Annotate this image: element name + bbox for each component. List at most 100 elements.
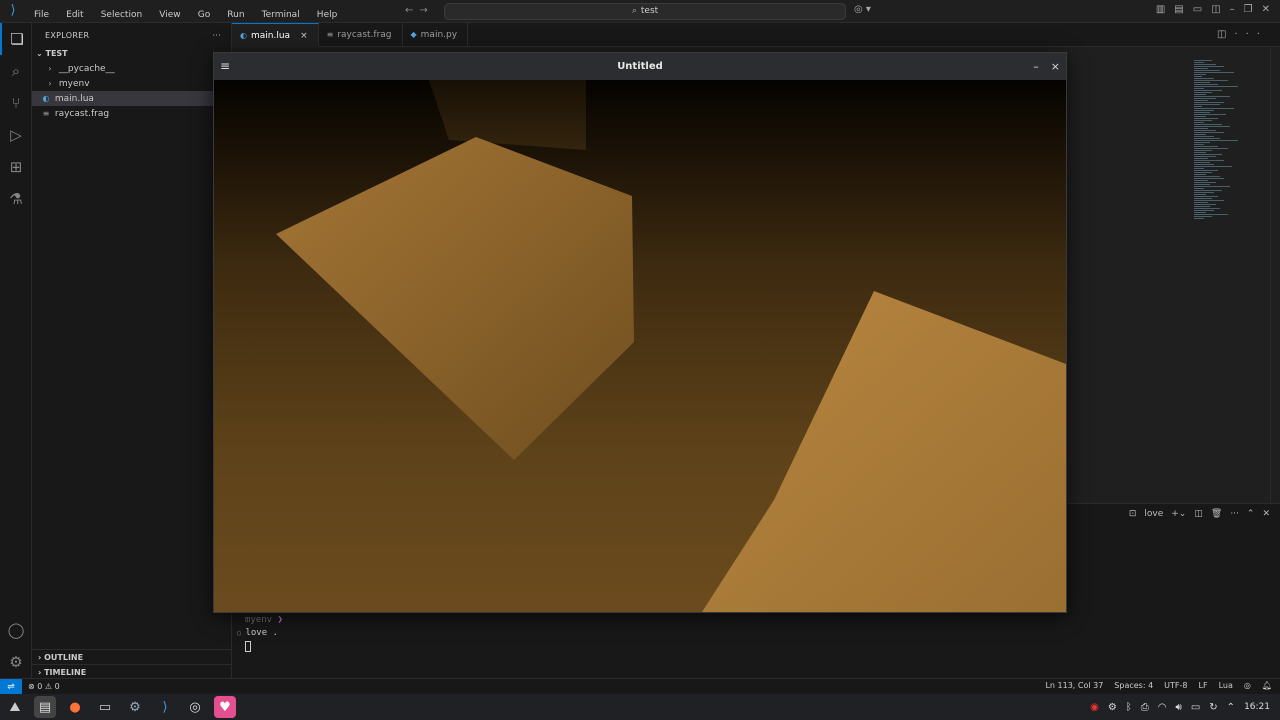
prompt-env: myenv [245, 615, 273, 625]
more-actions-icon[interactable]: ··· [1230, 509, 1239, 519]
extensions-icon[interactable]: ⊞ [0, 151, 32, 183]
tab-main-py[interactable]: ◆ main.py [403, 23, 469, 47]
close-panel-icon[interactable]: ✕ [1262, 509, 1270, 519]
menu-edit[interactable]: Edit [66, 10, 83, 20]
minimap-line [1194, 136, 1214, 137]
app-launcher-icon[interactable]: ⛰ [4, 696, 26, 718]
expand-tray-icon[interactable]: ⌃ [1227, 702, 1235, 713]
tree-item-myenv[interactable]: › myenv [32, 76, 231, 91]
outline-section[interactable]: › OUTLINE [32, 649, 232, 664]
split-editor-icon[interactable]: ◫ [1217, 29, 1234, 40]
steam-icon[interactable]: ⚙ [124, 696, 146, 718]
explorer-header: EXPLORER ··· [32, 23, 231, 47]
terminal-prompt-line: myenv ❯ [245, 615, 283, 625]
love-window-titlebar[interactable]: ≡ Untitled – × [214, 53, 1066, 80]
terminal-cursor-line[interactable] [245, 641, 251, 655]
minimap-line [1194, 128, 1208, 129]
back-arrow-icon[interactable]: ← [405, 5, 419, 16]
trash-icon[interactable]: 🗑 [1211, 509, 1222, 519]
testing-icon[interactable]: ⚗ [0, 183, 32, 215]
new-terminal-icon[interactable]: +⌄ [1171, 509, 1186, 519]
terminal-cursor [245, 641, 251, 652]
battery-icon[interactable]: ▭ [1191, 702, 1200, 713]
explorer-icon[interactable]: ❏ [0, 23, 32, 55]
restore-window-icon[interactable]: ❐ [1244, 4, 1253, 15]
run-debug-icon[interactable]: ▷ [0, 119, 32, 151]
end-of-line[interactable]: LF [1199, 681, 1208, 690]
firefox-icon[interactable]: ● [64, 696, 86, 718]
menu-view[interactable]: View [159, 10, 180, 20]
minimap[interactable] [1194, 60, 1274, 240]
close-window-icon[interactable]: ✕ [1262, 4, 1270, 15]
timeline-section[interactable]: › TIMELINE [32, 664, 232, 679]
search-view-icon[interactable]: ⌕ [0, 55, 32, 87]
close-tab-icon[interactable]: × [300, 31, 308, 41]
minimap-line [1194, 92, 1212, 93]
steam-tray-icon[interactable]: ⚙ [1108, 702, 1117, 713]
minimize-icon[interactable]: – [1033, 53, 1039, 80]
tab-raycast-frag[interactable]: ≡ raycast.frag [319, 23, 403, 47]
minimap-line [1194, 150, 1212, 151]
menu-help[interactable]: Help [317, 10, 338, 20]
menu-selection[interactable]: Selection [101, 10, 142, 20]
obs-icon[interactable]: ◎ [184, 696, 206, 718]
tab-main-lua[interactable]: ◐ main.lua × [232, 23, 319, 47]
minimap-line [1194, 132, 1224, 133]
minimap-line [1194, 80, 1228, 81]
copilot-status-icon[interactable]: ◎ [1244, 681, 1251, 690]
terminal-command-line: ○ love . [237, 628, 278, 638]
minimap-line [1194, 216, 1212, 217]
menu-run[interactable]: Run [227, 10, 244, 20]
command-center-search[interactable]: ⌕ test [444, 3, 846, 20]
tree-item-pycache[interactable]: › __pycache__ [32, 61, 231, 76]
printer-icon[interactable]: ⎙ [1141, 702, 1149, 713]
window-controls: ▥ ▤ ▭ ◫ – ❐ ✕ [1156, 4, 1270, 15]
forward-arrow-icon[interactable]: → [419, 5, 433, 16]
copilot-icon[interactable]: ◎ ▾ [854, 4, 871, 15]
encoding[interactable]: UTF-8 [1164, 681, 1187, 690]
remote-icon[interactable]: ⇌ [0, 678, 22, 695]
explorer-more-icon[interactable]: ··· [212, 31, 221, 40]
layout-customize-icon[interactable]: ◫ [1211, 4, 1220, 15]
close-icon[interactable]: × [1051, 53, 1060, 80]
love-game-window[interactable]: ≡ Untitled – × [213, 52, 1067, 613]
game-canvas[interactable] [214, 80, 1066, 612]
problems-indicator[interactable]: ⊗ 0 ⚠ 0 [28, 682, 60, 691]
vscode-app-icon[interactable]: ⟩ [154, 696, 176, 718]
settings-gear-icon[interactable]: ⚙ [0, 646, 32, 678]
layout-panel-bottom-icon[interactable]: ▭ [1193, 4, 1202, 15]
source-control-icon[interactable]: ⑂ [0, 87, 32, 119]
cursor-position[interactable]: Ln 113, Col 37 [1045, 681, 1103, 690]
clock[interactable]: 16:21 [1244, 702, 1270, 712]
menu-terminal[interactable]: Terminal [262, 10, 300, 20]
editor-scrollbar[interactable] [1270, 48, 1280, 503]
menu-go[interactable]: Go [198, 10, 210, 20]
menu-file[interactable]: File [34, 10, 49, 20]
minimize-window-icon[interactable]: – [1230, 4, 1235, 15]
language-mode[interactable]: Lua [1219, 681, 1233, 690]
update-icon[interactable]: ↻ [1209, 702, 1217, 713]
more-actions-icon[interactable]: ··· [1234, 29, 1268, 40]
notifications-bell-icon[interactable]: 🔔︎ [1262, 681, 1272, 690]
account-icon[interactable]: ◯ [0, 614, 32, 646]
layout-panel-icon[interactable]: ▤ [1174, 4, 1183, 15]
error-icon: ⊗ [28, 682, 35, 691]
layout-sidebar-icon[interactable]: ▥ [1156, 4, 1165, 15]
bluetooth-icon[interactable]: ᛒ [1126, 702, 1132, 713]
hamburger-icon[interactable]: ≡ [220, 53, 230, 80]
minimap-line [1194, 106, 1202, 107]
workspace-root[interactable]: ⌄ TEST [32, 47, 231, 61]
wifi-icon[interactable]: ◠ [1158, 702, 1167, 713]
indentation[interactable]: Spaces: 4 [1114, 681, 1153, 690]
split-terminal-icon[interactable]: ◫ [1194, 509, 1203, 519]
terminal-tab-label[interactable]: love [1144, 509, 1163, 519]
tree-item-main-lua[interactable]: ◐ main.lua [32, 91, 231, 106]
maximize-panel-icon[interactable]: ⌃ [1247, 509, 1255, 519]
file-manager-icon[interactable]: ▤ [34, 696, 56, 718]
love2d-app-icon[interactable]: ♥ [214, 696, 236, 718]
tree-item-raycast-frag[interactable]: ≡ raycast.frag [32, 106, 231, 121]
volume-icon[interactable]: 🔊︎ [1176, 702, 1182, 713]
terminal-app-icon[interactable]: ▭ [94, 696, 116, 718]
obs-tray-icon[interactable]: ◉ [1090, 702, 1099, 713]
tree-item-label: myenv [58, 79, 90, 89]
